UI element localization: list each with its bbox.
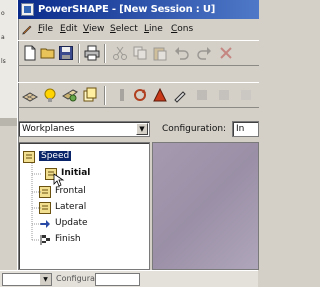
vertical-bar-icon[interactable] <box>114 87 130 103</box>
copy-icon[interactable] <box>132 45 148 61</box>
bottom-configuration-field[interactable] <box>95 273 140 286</box>
rotate-icon[interactable] <box>132 87 148 103</box>
bottom-toolbar-fragment: ▼ Configuration <box>0 270 258 287</box>
configuration-label: Configuration: <box>162 124 227 134</box>
open-folder-icon[interactable] <box>40 45 56 61</box>
toolbar-separator <box>104 44 106 63</box>
chevron-down-icon[interactable]: ▼ <box>136 123 148 135</box>
workplanes-value: Workplanes <box>22 124 75 134</box>
bottom-dropdown[interactable]: ▼ <box>2 273 52 286</box>
view-toolbar <box>18 82 259 108</box>
menu-file[interactable]: File <box>38 24 53 34</box>
assembly-icon[interactable] <box>62 87 78 103</box>
menu-bar: File Edit View Select Line Cons <box>18 20 259 38</box>
paste-icon[interactable] <box>152 45 168 61</box>
standard-toolbar <box>18 40 259 66</box>
toolbar-separator <box>104 86 106 105</box>
pencil-tool-icon[interactable] <box>172 87 188 103</box>
configuration-dropdown[interactable]: In <box>232 121 259 137</box>
toolbar-separator <box>78 44 80 63</box>
main-window: PowerSHAPE - [New Session : U] File Edit… <box>17 0 259 270</box>
toolbar-icon[interactable] <box>238 87 254 103</box>
pages-icon[interactable] <box>82 87 98 103</box>
menu-cons[interactable]: Cons <box>171 24 193 34</box>
tree-item-label: Finish <box>55 234 81 244</box>
tree-item-label: Speed <box>39 151 72 161</box>
light-bulb-icon[interactable] <box>42 87 58 103</box>
config-icon <box>23 151 35 163</box>
app-icon <box>21 3 34 16</box>
redo-icon[interactable] <box>196 45 212 61</box>
tree-item-label: Lateral <box>55 202 87 212</box>
workplanes-dropdown[interactable]: Workplanes ▼ <box>18 121 150 137</box>
menu-line[interactable]: Line <box>144 24 163 34</box>
print-icon[interactable] <box>84 45 100 61</box>
graphics-canvas[interactable] <box>152 142 259 270</box>
background-dialog-text: ls <box>1 58 6 65</box>
save-icon[interactable] <box>58 45 74 61</box>
tree-item-label: Initial <box>61 168 91 178</box>
window-title: PowerSHAPE - [New Session : U] <box>38 4 216 15</box>
shading-icon[interactable] <box>152 87 168 103</box>
new-file-icon[interactable] <box>22 45 38 61</box>
chevron-down-icon[interactable]: ▼ <box>40 274 51 285</box>
configuration-value: In <box>236 124 245 134</box>
menu-edit[interactable]: Edit <box>60 24 77 34</box>
tree-connector-lines <box>31 163 41 241</box>
tree-item-label: Update <box>55 218 88 228</box>
background-dialog: o a ls <box>0 0 18 120</box>
workplane-grid-icon[interactable] <box>22 87 38 103</box>
undo-icon[interactable] <box>174 45 190 61</box>
menu-select[interactable]: Select <box>110 24 138 34</box>
background-dialog-text: o <box>1 10 5 17</box>
menu-view[interactable]: View <box>83 24 104 34</box>
mouse-cursor-icon <box>53 173 65 187</box>
toolbar-icon[interactable] <box>216 87 232 103</box>
toolbar-icon[interactable] <box>194 87 210 103</box>
delete-icon[interactable] <box>218 45 234 61</box>
cut-icon[interactable] <box>112 45 128 61</box>
configuration-tree: Speed Initial Frontal Lateral Update Fin… <box>18 142 150 270</box>
configuration-row: Workplanes ▼ Configuration: In <box>18 118 259 140</box>
tree-item-label: Frontal <box>55 186 86 196</box>
title-bar[interactable]: PowerSHAPE - [New Session : U] <box>18 0 259 19</box>
background-dialog-text: a <box>1 34 5 41</box>
pencil-icon[interactable] <box>21 23 33 35</box>
